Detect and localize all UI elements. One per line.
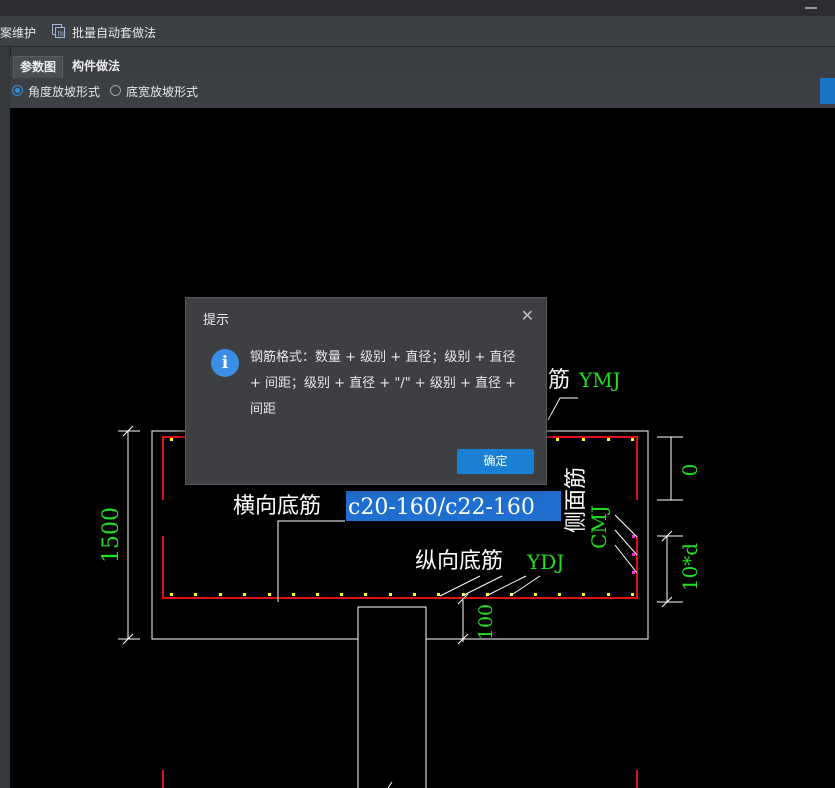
dim-height: 1500: [99, 507, 124, 563]
toolbar: 案维护 m 批量自动套做法: [0, 16, 835, 47]
minimize-icon[interactable]: [805, 7, 817, 9]
dim-bottom: 100: [475, 604, 497, 640]
info-icon: i: [211, 349, 239, 377]
side-label: 侧面筋: [564, 467, 589, 533]
bottom-rebar-dots: [170, 593, 634, 596]
apply-button[interactable]: [820, 78, 835, 104]
bottom-rebar: [162, 536, 638, 599]
dialog-message: 钢筋格式：数量 + 级别 + 直径；级别 + 直径 + 间距；级别 + 直径 +…: [250, 350, 517, 417]
hint-dialog: 提示 ✕ i 钢筋格式：数量 + 级别 + 直径；级别 + 直径 + 间距；级别…: [185, 297, 547, 485]
radio-angle-slope-label: 角度放坡形式: [28, 85, 101, 99]
toolbar-scheme-maintain[interactable]: 案维护: [0, 24, 36, 41]
dim-side: 10*d: [678, 543, 702, 591]
tab-component-method[interactable]: 构件做法: [66, 56, 126, 77]
top-code: YMJ: [578, 368, 621, 392]
column-outline: [357, 606, 427, 788]
transverse-value: c20-160/c22-160: [348, 495, 535, 520]
batch-icon: m: [52, 24, 65, 38]
svg-text:m: m: [58, 30, 65, 38]
dialog-title: 提示: [203, 313, 230, 328]
dim-top: 0: [678, 464, 702, 477]
batch-auto-method-button[interactable]: 批量自动套做法: [72, 24, 156, 41]
top-label: 筋: [548, 368, 570, 393]
title-strip: [0, 0, 835, 16]
radio-angle-slope[interactable]: [12, 85, 23, 96]
option-bar: 角度放坡形式 底宽放坡形式: [10, 78, 835, 109]
longitudinal-code: YDJ: [526, 550, 564, 574]
longitudinal-label: 纵向底筋: [415, 549, 503, 574]
close-icon[interactable]: ✕: [521, 306, 534, 325]
tab-param-diagram[interactable]: 参数图: [13, 56, 64, 78]
transverse-label: 横向底筋: [233, 494, 321, 519]
tab-bar: 参数图 构件做法: [10, 56, 835, 78]
radio-width-slope[interactable]: [110, 85, 121, 96]
radio-width-slope-label: 底宽放坡形式: [126, 85, 199, 99]
ok-button[interactable]: 确定: [457, 449, 534, 474]
side-code: CMJ: [587, 505, 611, 549]
